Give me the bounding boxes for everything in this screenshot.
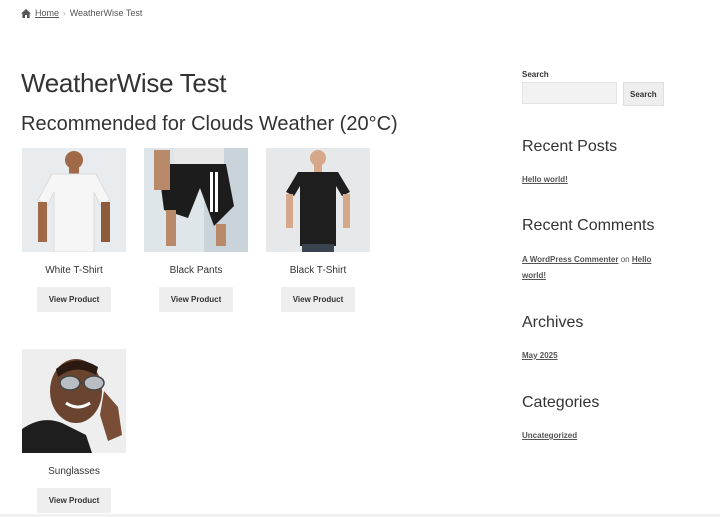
comment-post-link-cont[interactable]: world! bbox=[522, 271, 546, 280]
recent-posts-title: Recent Posts bbox=[522, 138, 618, 155]
product-card-black-pants: Black Pants View Product bbox=[143, 148, 249, 312]
breadcrumb: Home › WeatherWise Test bbox=[21, 8, 142, 18]
search-form: Search bbox=[522, 82, 702, 106]
breadcrumb-home-link[interactable]: Home bbox=[35, 8, 59, 18]
product-name: Black T-Shirt bbox=[289, 265, 347, 276]
search-label: Search bbox=[522, 70, 549, 79]
recent-comment-entry: A WordPress Commenter on Hello world! bbox=[522, 252, 672, 284]
product-card-black-tshirt: Black T-Shirt View Product bbox=[265, 148, 371, 312]
recent-comments-title: Recent Comments bbox=[522, 217, 655, 234]
categories-title: Categories bbox=[522, 394, 600, 411]
product-image-sunglasses[interactable] bbox=[22, 349, 126, 453]
product-card-white-tshirt: White T-Shirt View Product bbox=[21, 148, 127, 312]
breadcrumb-current: WeatherWise Test bbox=[69, 8, 143, 18]
archives-title: Archives bbox=[522, 314, 584, 331]
comment-author-link[interactable]: A WordPress Commenter bbox=[522, 255, 618, 264]
category-link[interactable]: Uncategorized bbox=[522, 428, 577, 444]
product-image-black-tshirt[interactable] bbox=[266, 148, 370, 252]
sidebar: Search Search Recent Posts Hello world! … bbox=[522, 70, 702, 440]
view-product-button[interactable]: View Product bbox=[36, 287, 112, 312]
home-icon bbox=[21, 8, 31, 18]
search-input[interactable] bbox=[522, 82, 617, 104]
product-name: Black Pants bbox=[169, 265, 223, 276]
breadcrumb-separator: › bbox=[63, 8, 66, 18]
search-button[interactable]: Search bbox=[623, 82, 664, 106]
comment-on-text: on bbox=[620, 255, 630, 264]
page-title: WeatherWise Test bbox=[21, 68, 227, 98]
recommendations-heading: Recommended for Clouds Weather (20°C) bbox=[21, 113, 398, 135]
recent-post-link[interactable]: Hello world! bbox=[522, 172, 568, 188]
view-product-button[interactable]: View Product bbox=[36, 488, 112, 513]
product-image-white-tshirt[interactable] bbox=[22, 148, 126, 252]
product-name: Sunglasses bbox=[48, 466, 100, 477]
view-product-button[interactable]: View Product bbox=[158, 287, 234, 312]
archive-link[interactable]: May 2025 bbox=[522, 348, 558, 364]
comment-post-link[interactable]: Hello bbox=[632, 255, 652, 264]
product-image-black-pants[interactable] bbox=[144, 148, 248, 252]
product-card-sunglasses: Sunglasses View Product bbox=[21, 349, 127, 513]
product-name: White T-Shirt bbox=[45, 265, 103, 276]
view-product-button[interactable]: View Product bbox=[280, 287, 356, 312]
